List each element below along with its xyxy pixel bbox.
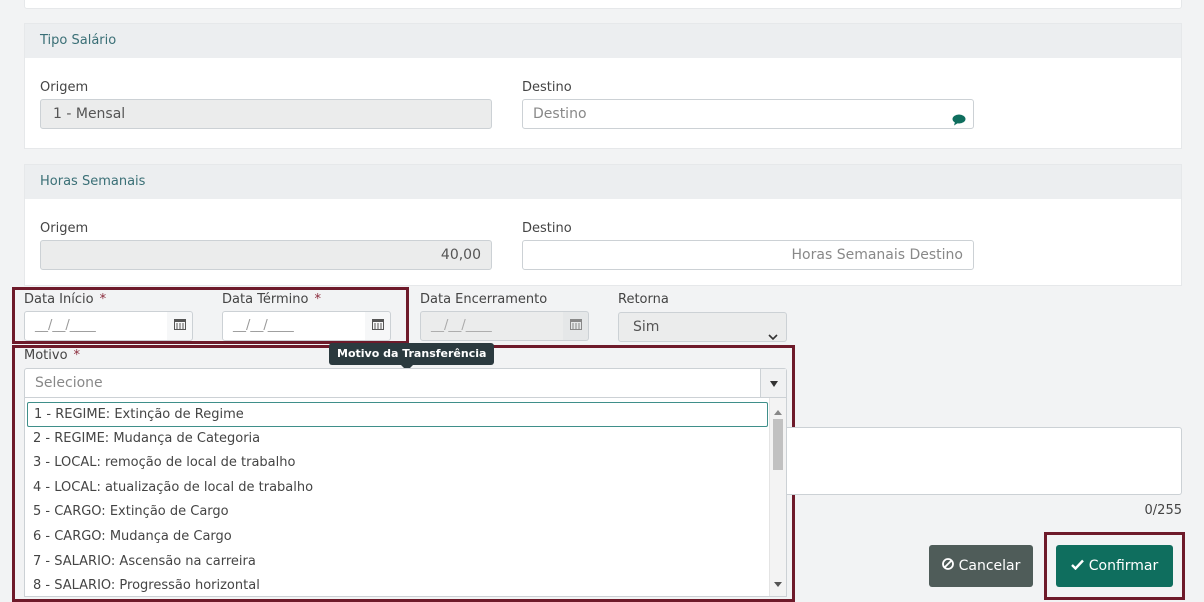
observacao-counter: 0/255 — [1144, 503, 1182, 518]
calendar-icon — [371, 318, 384, 334]
check-icon — [1070, 558, 1084, 574]
motivo-label: Motivo * — [24, 348, 81, 363]
retorna-label: Retorna — [618, 292, 669, 307]
horas-semanais-origem-label: Origem — [40, 221, 89, 236]
motivo-option[interactable]: 2 - REGIME: Mudança de Categoria — [27, 427, 768, 452]
previous-section-card — [24, 0, 1182, 9]
horas-semanais-destino-input[interactable]: Horas Semanais Destino — [522, 240, 974, 270]
confirm-button[interactable]: Confirmar — [1056, 545, 1173, 587]
scroll-up-icon[interactable] — [774, 404, 782, 419]
motivo-scrollbar[interactable] — [769, 398, 786, 596]
motivo-option[interactable]: 5 - CARGO: Extinção de Cargo — [27, 500, 768, 525]
motivo-option[interactable]: 3 - LOCAL: remoção de local de trabalho — [27, 451, 768, 476]
scroll-down-icon[interactable] — [774, 576, 782, 591]
chevron-down-icon — [768, 323, 778, 351]
motivo-dropdown-toggle[interactable] — [760, 369, 786, 397]
motivo-options-list[interactable]: 1 - REGIME: Extinção de Regime 2 - REGIM… — [24, 398, 787, 597]
data-encerramento-calendar-button — [563, 311, 589, 341]
tipo-salario-header: Tipo Salário — [25, 24, 1181, 58]
scrollbar-thumb[interactable] — [773, 419, 783, 470]
data-inicio-input[interactable]: __/__/____ — [24, 311, 168, 341]
motivo-option[interactable]: 7 - SALARIO: Ascensão na carreira — [27, 550, 768, 575]
data-termino-input[interactable]: __/__/____ — [222, 311, 366, 341]
cancel-button-label: Cancelar — [958, 558, 1021, 574]
horas-semanais-header: Horas Semanais — [25, 165, 1181, 199]
tipo-salario-destino-label: Destino — [522, 80, 572, 95]
data-inicio-label: Data Início * — [24, 292, 107, 307]
ban-icon — [941, 558, 954, 574]
data-encerramento-label: Data Encerramento — [420, 292, 548, 307]
caret-down-icon — [769, 369, 778, 397]
motivo-option[interactable]: 4 - LOCAL: atualização de local de traba… — [27, 476, 768, 501]
data-encerramento-input: __/__/____ — [420, 311, 564, 341]
tipo-salario-destino-input[interactable]: Destino — [522, 99, 974, 129]
cancel-button[interactable]: Cancelar — [929, 545, 1033, 587]
horas-semanais-destino-placeholder: Horas Semanais Destino — [791, 247, 963, 263]
data-termino-calendar-button[interactable] — [365, 311, 391, 341]
tipo-salario-origem-label: Origem — [40, 80, 89, 95]
motivo-option[interactable]: 1 - REGIME: Extinção de Regime — [27, 402, 768, 427]
data-termino-label: Data Término * — [222, 292, 321, 307]
tipo-salario-destino-placeholder: Destino — [533, 106, 587, 122]
confirm-button-label: Confirmar — [1088, 558, 1159, 574]
retorna-selected-value: Sim — [633, 319, 660, 335]
calendar-icon — [173, 318, 186, 334]
comment-icon[interactable] — [952, 108, 966, 126]
tipo-salario-origem-field: 1 - Mensal — [40, 99, 492, 129]
horas-semanais-destino-label: Destino — [522, 221, 572, 236]
retorna-select[interactable]: Sim — [618, 312, 787, 342]
motivo-tooltip: Motivo da Transferência — [329, 343, 495, 371]
calendar-icon — [569, 318, 582, 334]
motivo-placeholder: Selecione — [35, 375, 103, 391]
horas-semanais-origem-field: 40,00 — [40, 240, 492, 270]
data-inicio-calendar-button[interactable] — [167, 311, 193, 341]
motivo-select[interactable]: Selecione — [24, 368, 787, 398]
observacao-textarea[interactable] — [787, 427, 1182, 495]
tipo-salario-card: Tipo Salário — [24, 23, 1182, 149]
motivo-option[interactable]: 8 - SALARIO: Progressão horizontal — [27, 574, 768, 596]
motivo-option[interactable]: 6 - CARGO: Mudança de Cargo — [27, 525, 768, 550]
